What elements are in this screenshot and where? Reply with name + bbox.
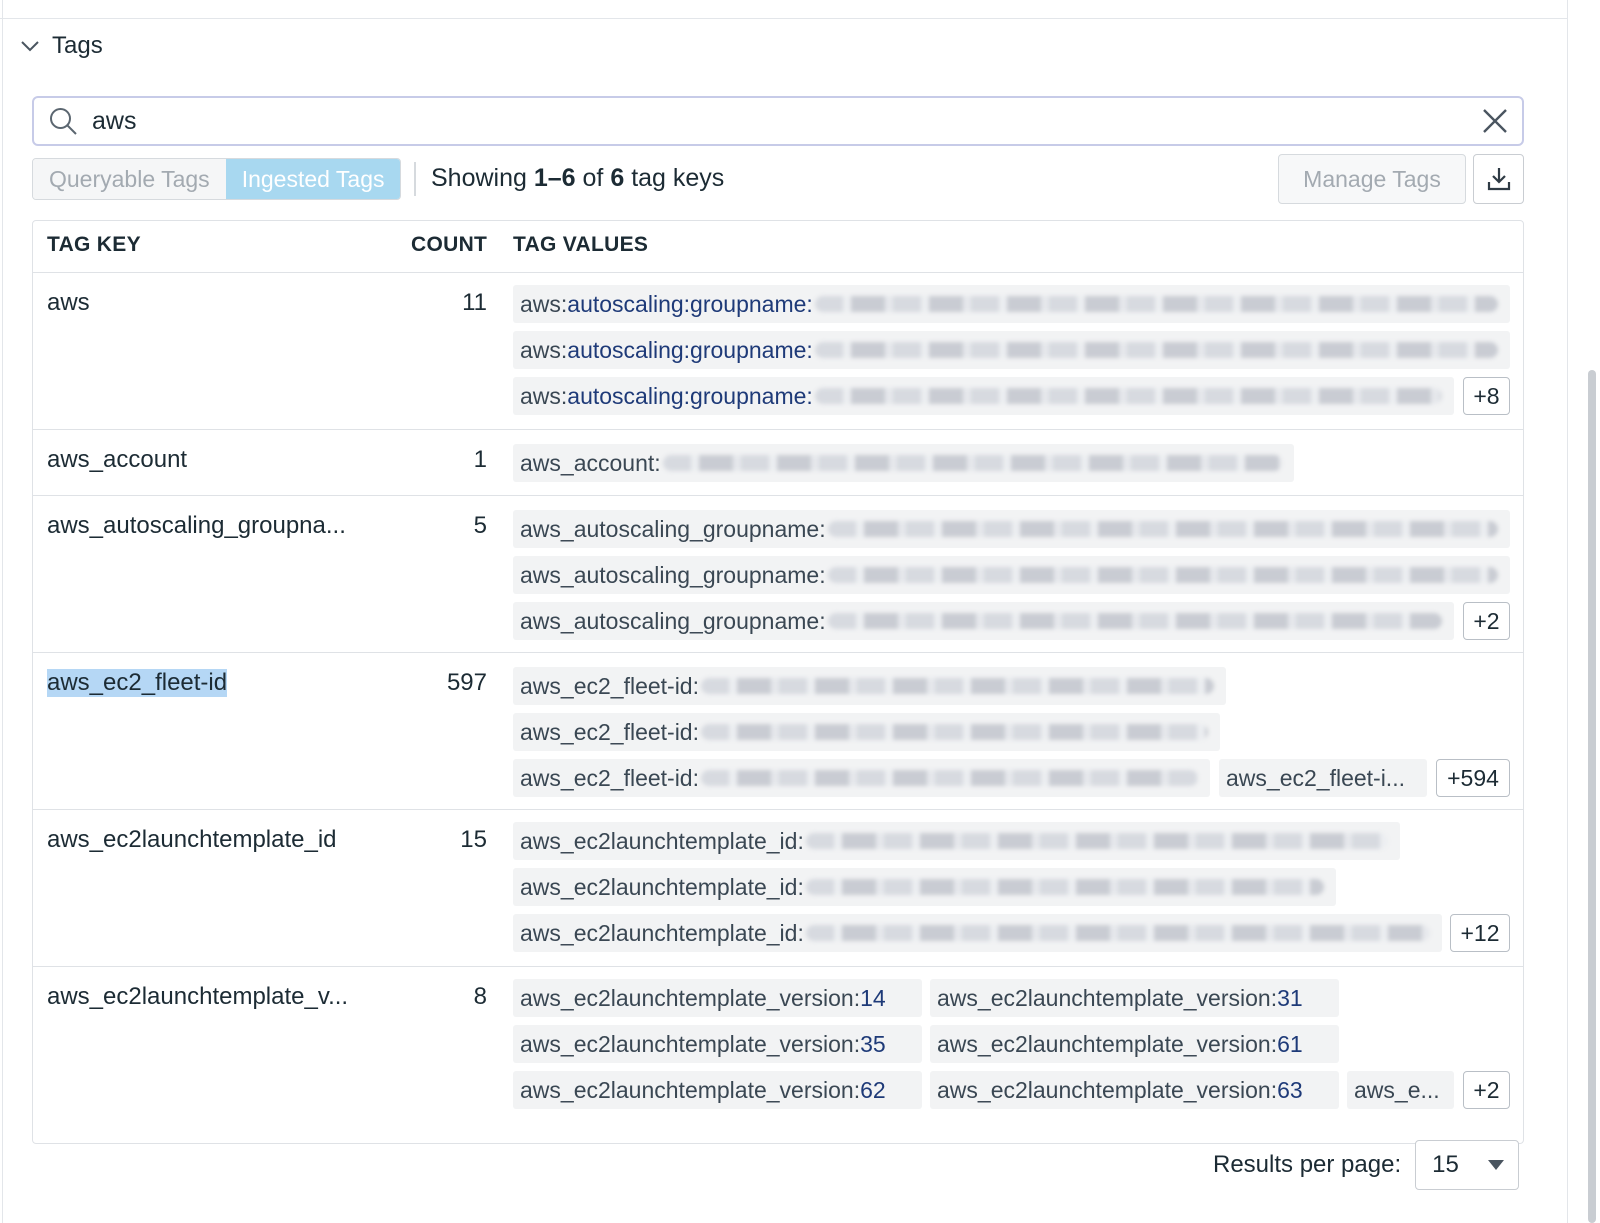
manage-tags-button[interactable]: Manage Tags	[1278, 154, 1466, 204]
redacted-value	[814, 388, 1442, 404]
tag-value-chip[interactable]: aws_ec2launchtemplate_id:	[513, 822, 1400, 860]
tag-search-field[interactable]	[32, 96, 1524, 146]
left-border	[2, 0, 3, 1223]
tag-keys-table: TAG KEY COUNT TAG VALUES aws 11 aws: auto…	[32, 220, 1524, 1144]
tag-value-chip[interactable]: aws_ec2_fleet-id:	[513, 759, 1210, 797]
tag-key: aws	[47, 289, 90, 316]
redacted-value	[805, 833, 1388, 849]
redacted-value	[701, 724, 1208, 740]
tag-value-chip[interactable]: aws_autoscaling_groupname:	[513, 510, 1510, 548]
tag-key: aws_account	[47, 446, 188, 473]
search-input[interactable]	[92, 106, 1480, 136]
scrollbar[interactable]	[1588, 370, 1596, 1223]
tag-value-chip[interactable]: aws: autoscaling:groupname:	[513, 377, 1454, 415]
tag-value-chip[interactable]: aws_ec2launchtemplate_id:	[513, 868, 1336, 906]
header-tag-values: TAG VALUES	[513, 233, 649, 256]
table-row[interactable]: aws_ec2launchtemplate_id 15 aws_ec2launc…	[33, 810, 1523, 967]
search-icon	[50, 108, 77, 135]
redacted-value	[827, 613, 1442, 629]
caret-down-icon	[1488, 1160, 1505, 1170]
tag-count: 5	[473, 512, 487, 539]
pagination: Results per page: 15	[1213, 1140, 1520, 1190]
tag-value-chip[interactable]: aws: autoscaling:groupname:	[513, 331, 1510, 369]
download-button[interactable]	[1473, 154, 1524, 204]
tag-value-chip[interactable]: aws_ec2_fleet-i...	[1219, 759, 1427, 797]
result-summary: Showing 1–6 of 6 tag keys	[431, 164, 725, 192]
tab-ingested-tags[interactable]: Ingested Tags	[225, 159, 401, 199]
table-row[interactable]: aws_ec2_fleet-id 597 aws_ec2_fleet-id: a…	[33, 653, 1523, 810]
table-header: TAG KEY COUNT TAG VALUES	[33, 221, 1523, 273]
redacted-value	[814, 342, 1498, 358]
table-row[interactable]: aws_account 1 aws_account:	[33, 430, 1523, 496]
more-values-button[interactable]: +594	[1436, 759, 1510, 797]
more-values-button[interactable]: +2	[1463, 1071, 1510, 1109]
redacted-value	[662, 455, 1282, 471]
results-per-page-label: Results per page:	[1213, 1151, 1402, 1178]
toolbar-divider	[414, 162, 416, 196]
redacted-value	[805, 925, 1430, 941]
tag-value-chip[interactable]: aws_ec2_fleet-id:	[513, 713, 1220, 751]
tags-section-toggle[interactable]: Tags	[20, 32, 103, 60]
section-title: Tags	[52, 32, 103, 59]
redacted-value	[701, 770, 1198, 786]
tag-count: 11	[462, 289, 487, 316]
results-per-page-value: 15	[1432, 1151, 1459, 1178]
table-toolbar: Queryable Tags Ingested Tags Showing 1–6…	[32, 154, 1524, 204]
more-values-button[interactable]: +2	[1463, 602, 1510, 640]
tag-key: aws_ec2launchtemplate_v...	[47, 983, 349, 1010]
tag-value-chip[interactable]: aws_ec2launchtemplate_version: 14	[513, 979, 922, 1017]
tag-value-chip[interactable]: aws_e...	[1347, 1071, 1454, 1109]
redacted-value	[701, 678, 1214, 694]
redacted-value	[814, 296, 1498, 312]
more-values-button[interactable]: +8	[1463, 377, 1510, 415]
tag-value-chip[interactable]: aws_ec2_fleet-id:	[513, 667, 1226, 705]
tag-key: aws_ec2_fleet-id	[47, 669, 228, 697]
tag-value-chip[interactable]: aws_ec2launchtemplate_version: 62	[513, 1071, 922, 1109]
chevron-down-icon	[20, 36, 40, 56]
close-icon[interactable]	[1480, 106, 1510, 136]
tag-value-chip[interactable]: aws_ec2launchtemplate_version: 61	[930, 1025, 1339, 1063]
results-per-page-select[interactable]: 15	[1415, 1140, 1520, 1190]
redacted-value	[827, 567, 1498, 583]
tag-count: 15	[460, 826, 487, 853]
table-row[interactable]: aws_ec2launchtemplate_v... 8 aws_ec2laun…	[33, 967, 1523, 1143]
header-count[interactable]: COUNT	[411, 233, 487, 257]
table-row[interactable]: aws_autoscaling_groupna... 5 aws_autosca…	[33, 496, 1523, 653]
tag-value-chip[interactable]: aws_ec2launchtemplate_version: 35	[513, 1025, 922, 1063]
more-values-button[interactable]: +12	[1450, 914, 1510, 952]
table-row[interactable]: aws 11 aws: autoscaling:groupname: aws: au…	[33, 273, 1523, 430]
download-icon	[1487, 168, 1510, 191]
tag-count: 597	[446, 669, 487, 696]
tab-queryable-tags[interactable]: Queryable Tags	[33, 159, 226, 199]
top-divider	[0, 18, 1568, 19]
redacted-value	[805, 879, 1324, 895]
tag-count: 1	[473, 446, 487, 473]
tag-value-chip[interactable]: aws_autoscaling_groupname:	[513, 556, 1510, 594]
tag-value-chip[interactable]: aws_autoscaling_groupname:	[513, 602, 1454, 640]
right-border	[1567, 0, 1568, 1223]
redacted-value	[827, 521, 1498, 537]
tag-value-chip[interactable]: aws_ec2launchtemplate_version: 63	[930, 1071, 1339, 1109]
header-tag-key[interactable]: TAG KEY	[47, 233, 141, 257]
tag-key: aws_ec2launchtemplate_id	[47, 826, 337, 853]
tag-type-toggle: Queryable Tags Ingested Tags	[32, 158, 402, 200]
tag-count: 8	[473, 983, 487, 1010]
tag-value-chip[interactable]: aws_ec2launchtemplate_id:	[513, 914, 1442, 952]
tag-value-chip[interactable]: aws: autoscaling:groupname:	[513, 285, 1510, 323]
tag-value-chip[interactable]: aws_account:	[513, 444, 1294, 482]
tag-value-chip[interactable]: aws_ec2launchtemplate_version: 31	[930, 979, 1339, 1017]
tag-key: aws_autoscaling_groupna...	[47, 512, 346, 539]
